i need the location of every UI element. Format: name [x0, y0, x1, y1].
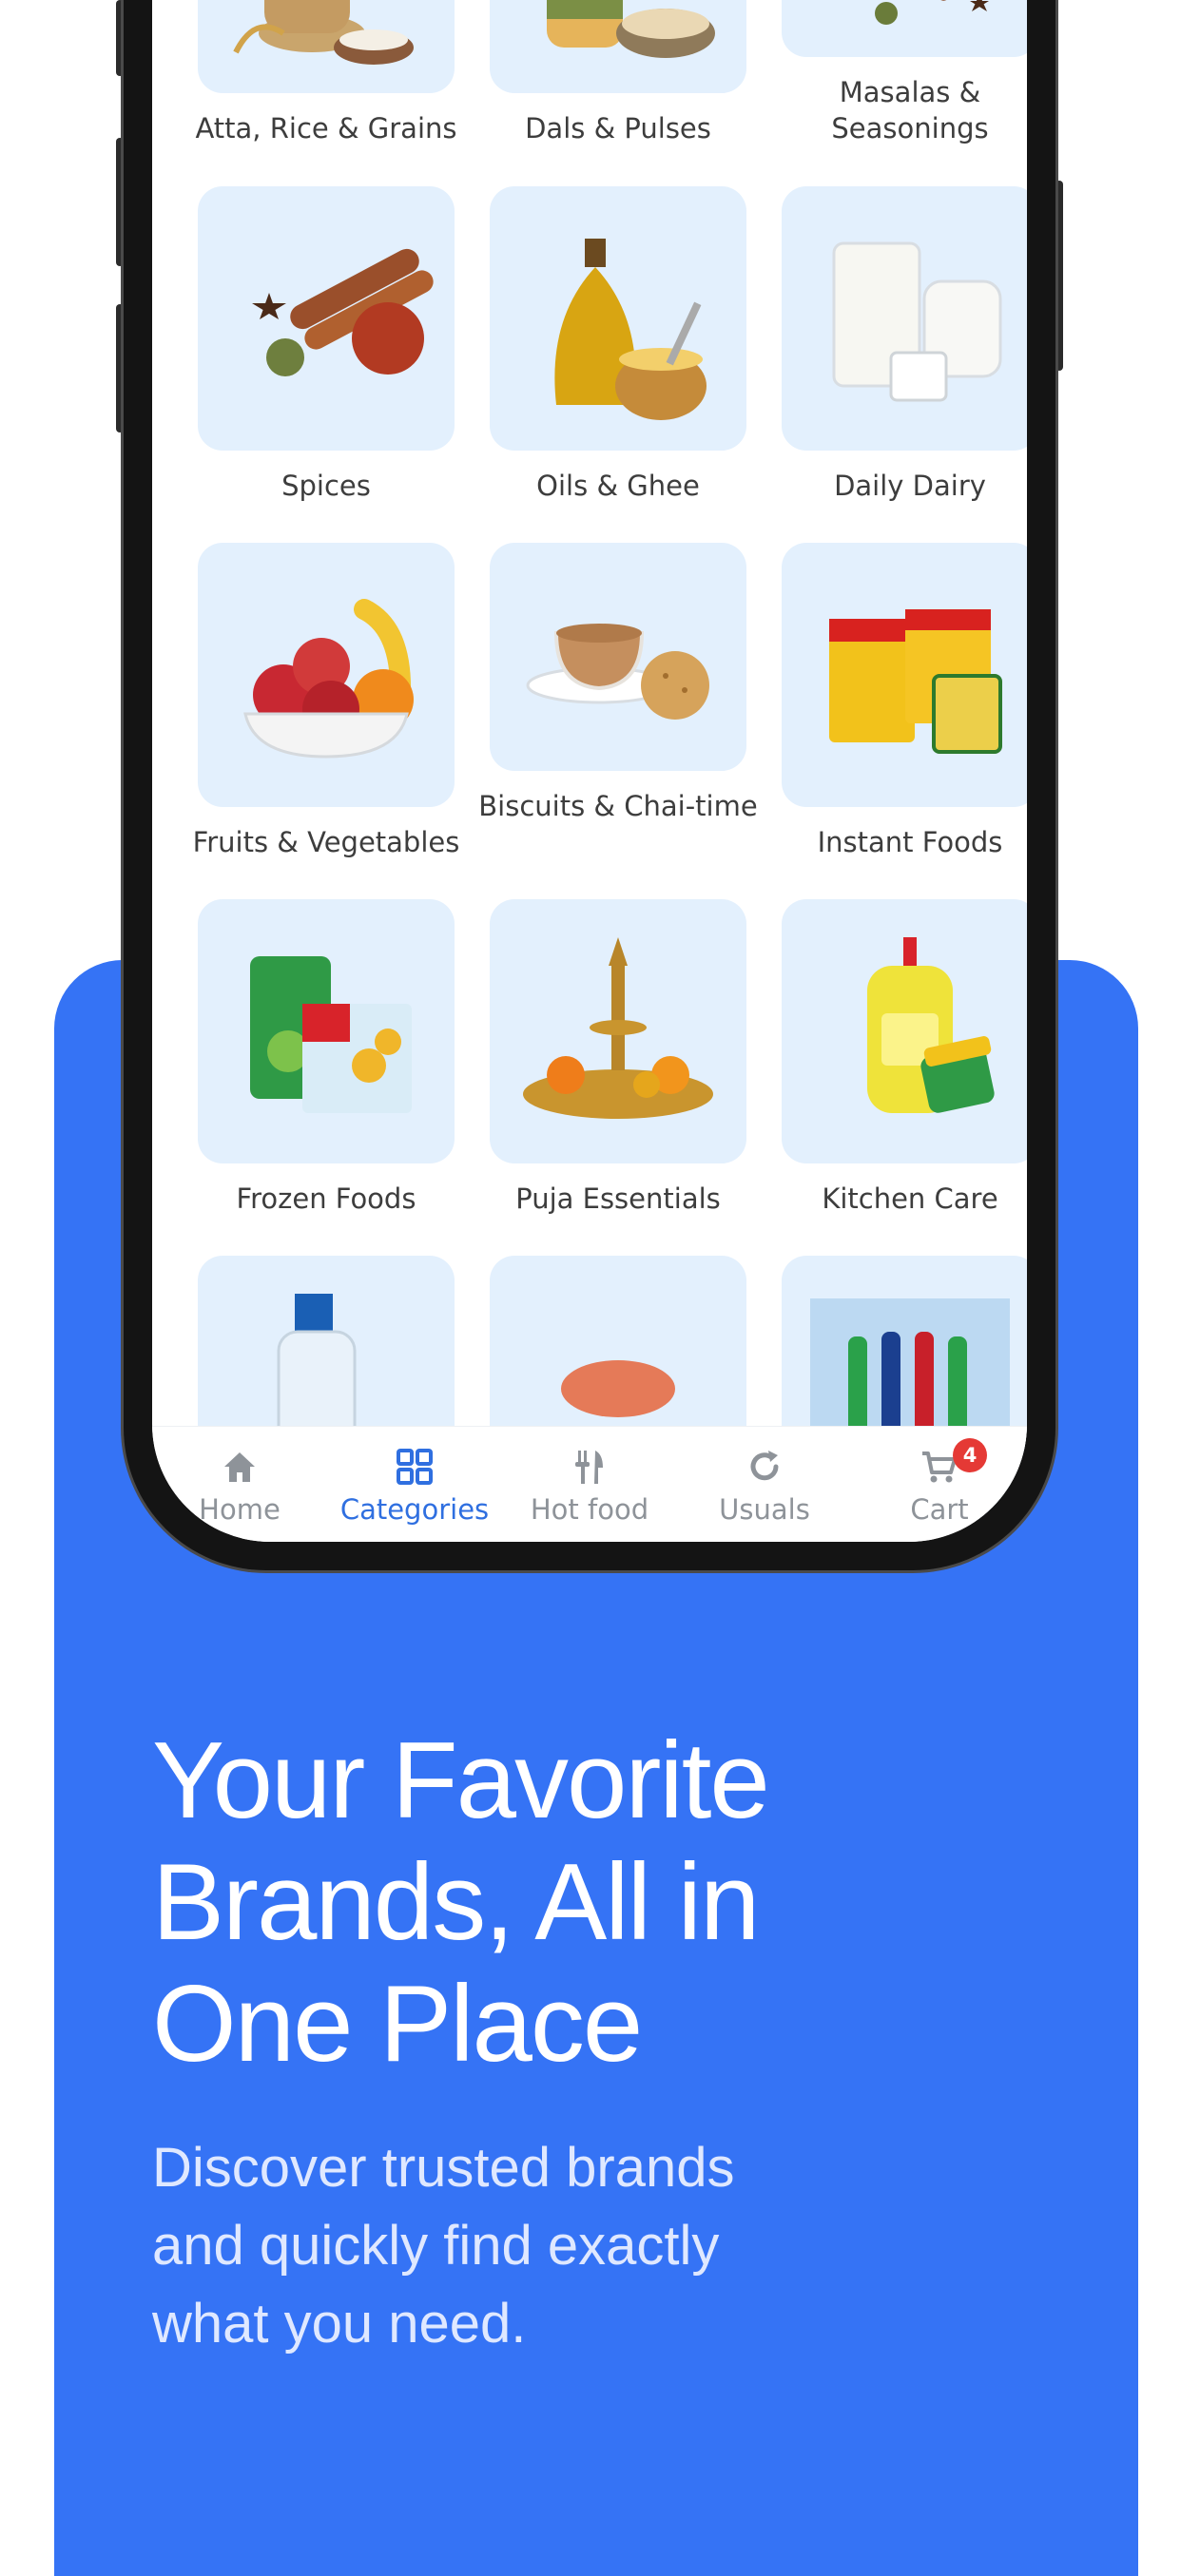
nav-item-hot-food[interactable]: Hot food [502, 1427, 677, 1542]
category-label: Masalas & Seasonings [831, 76, 989, 144]
category-grid: ATTA Atta, Rice & Grains [152, 0, 1027, 1520]
nav-item-cart[interactable]: 4 Cart [852, 1427, 1027, 1542]
category-tile [782, 186, 1027, 451]
nav-item-categories[interactable]: Categories [327, 1427, 502, 1542]
subtext-line: Discover trusted brands [152, 2137, 735, 2199]
diya-lamp-icon [523, 937, 713, 1119]
phone-frame: ATTA Atta, Rice & Grains [124, 0, 1055, 1570]
headline-line: One Place [152, 1964, 643, 2085]
grain-sack-icon: ATTA [233, 0, 414, 65]
category-tile [490, 543, 746, 771]
bottom-navigation: Home Categories Hot food Usuals 4 Cart [152, 1426, 1027, 1542]
phone-side-button [116, 0, 124, 76]
tea-cup-biscuit-icon [526, 624, 709, 720]
subtext-line: and quickly find exactly [152, 2215, 720, 2277]
category-tile [198, 186, 455, 451]
pulses-jar-icon [547, 0, 715, 58]
phone-volume-down-button [116, 304, 124, 433]
category-tile [490, 899, 746, 1163]
category-label: Fruits & Vegetables [192, 826, 460, 858]
app-screen: ATTA Atta, Rice & Grains [152, 0, 1027, 1542]
subtext-line: what you need. [152, 2293, 527, 2355]
category-label: Kitchen Care [822, 1182, 998, 1215]
promo-headline: Your Favorite Brands, All in One Place [152, 1721, 932, 2086]
promo-subtext: Discover trusted brands and quickly find… [152, 2129, 875, 2363]
category-tile [490, 186, 746, 451]
cart-count-badge: 4 [953, 1438, 987, 1472]
cinnamon-star-anise-icon [252, 248, 434, 376]
category-label: Frozen Foods [236, 1182, 416, 1215]
category-tile [198, 899, 455, 1163]
phone-power-button [1055, 181, 1063, 371]
category-tile [198, 543, 455, 807]
frozen-packets-icon [250, 956, 412, 1113]
dish-soap-sponge-icon [867, 937, 995, 1113]
milk-glass-yogurt-icon [832, 241, 1002, 402]
category-label: Instant Foods [817, 826, 1003, 858]
category-label: Atta, Rice & Grains [195, 112, 457, 144]
fruit-bowl-icon [243, 599, 414, 759]
category-tile [490, 0, 746, 93]
nav-item-usuals[interactable]: Usuals [677, 1427, 852, 1542]
nav-label-cart: Cart [910, 1493, 969, 1526]
category-tile [782, 543, 1027, 807]
category-tile: ATTA [198, 0, 455, 93]
nav-label-categories: Categories [339, 1493, 490, 1526]
nav-label-home: Home [199, 1493, 281, 1526]
masala-bowl-icon [860, 0, 989, 25]
category-label: Biscuits & Chai-time [478, 790, 758, 822]
fork-knife-icon [575, 1451, 603, 1484]
category-label: Puja Essentials [515, 1182, 721, 1215]
headline-line: Brands, All in [152, 1842, 760, 1963]
category-tile [782, 899, 1027, 1163]
home-icon [224, 1452, 255, 1482]
category-label: Daily Dairy [834, 470, 986, 502]
category-label: Oils & Ghee [536, 470, 700, 502]
headline-line: Your Favorite [152, 1721, 770, 1841]
grid-icon [397, 1449, 433, 1485]
nav-label-usuals: Usuals [719, 1493, 810, 1526]
category-label: Spices [281, 470, 371, 502]
phone-volume-up-button [116, 138, 124, 266]
category-tile [782, 0, 1027, 57]
noodle-packets-icon [829, 609, 1002, 754]
nav-item-home[interactable]: Home [152, 1427, 327, 1542]
oil-bottle-ghee-icon [554, 239, 707, 420]
category-label: Dals & Pulses [525, 112, 711, 144]
nav-label-hot-food: Hot food [530, 1493, 649, 1526]
refresh-icon [750, 1451, 779, 1481]
